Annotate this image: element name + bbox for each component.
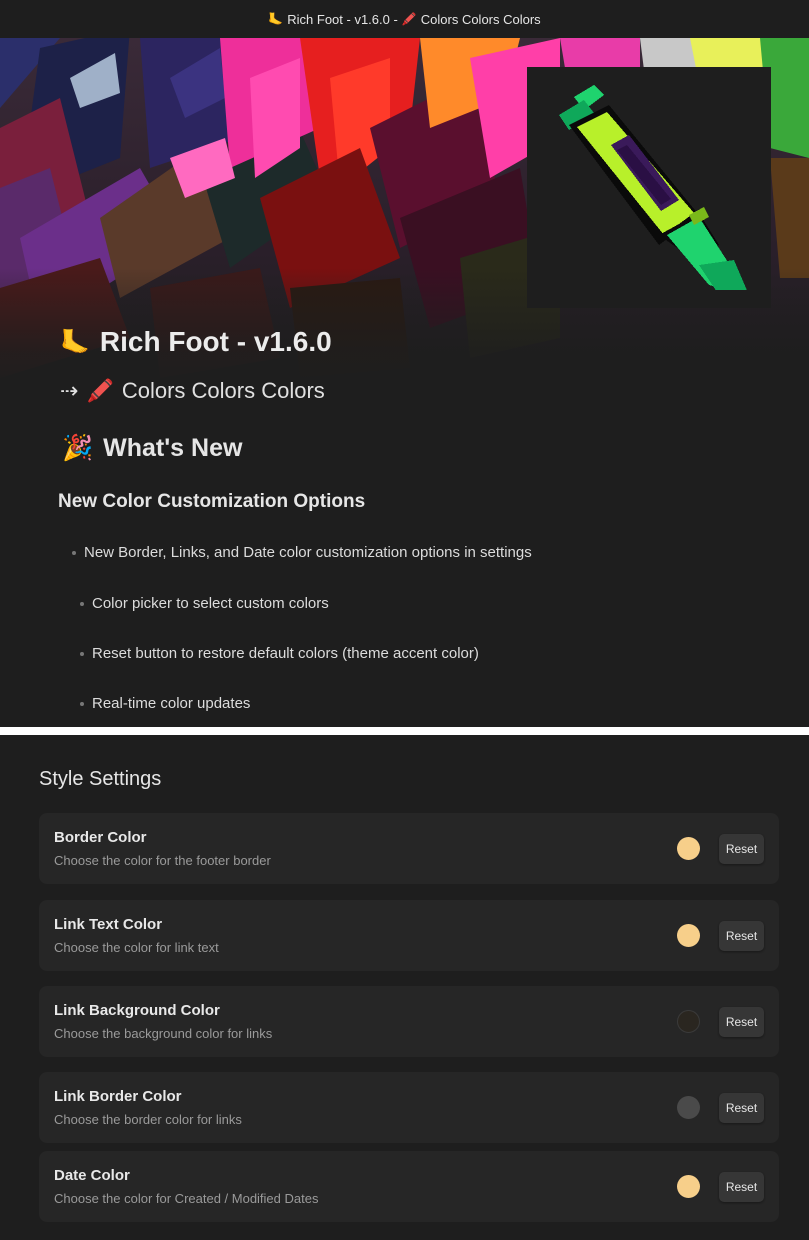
release-notes-panel: 🦶 Rich Foot - v1.6.0 - 🖍️ Colors Colors … (0, 0, 809, 727)
list-item: Color picker to select custom colors (80, 595, 329, 612)
whats-new-heading: 🎉 What's New (62, 434, 242, 463)
reset-button[interactable]: Reset (719, 1007, 764, 1037)
window-title-bar: 🦶 Rich Foot - v1.6.0 - 🖍️ Colors Colors … (0, 0, 809, 38)
foot-icon: 🦶 (268, 12, 284, 26)
dashed-arrow-icon: ⇢ (60, 378, 79, 403)
crayon-icon: 🖍️ (86, 378, 114, 403)
reset-button[interactable]: Reset (719, 834, 764, 864)
setting-name: Link Border Color (54, 1088, 182, 1105)
color-picker-swatch[interactable] (677, 1175, 700, 1198)
crayon-icon: 🖍️ (401, 12, 417, 26)
release-heading: 🦶 Rich Foot - v1.6.0 (60, 326, 332, 358)
setting-description: Choose the background color for links (54, 1026, 273, 1041)
window-title-left: Rich Foot - v1.6.0 - (287, 11, 398, 27)
crayon-logo (527, 67, 771, 308)
release-subheading: ⇢ 🖍️ Colors Colors Colors (60, 378, 325, 404)
release-heading-text: Rich Foot - v1.6.0 (99, 326, 332, 357)
reset-button[interactable]: Reset (719, 1093, 764, 1123)
color-picker-swatch[interactable] (677, 837, 700, 860)
style-settings-panel: Style Settings Border Color Choose the c… (0, 735, 809, 1240)
foot-icon: 🦶 (60, 328, 90, 356)
setting-link-background-color: Link Background Color Choose the backgro… (39, 986, 779, 1057)
setting-border-color: Border Color Choose the color for the fo… (39, 813, 779, 884)
setting-name: Date Color (54, 1167, 130, 1184)
section-title: New Color Customization Options (58, 491, 366, 512)
color-picker-swatch[interactable] (677, 1096, 700, 1119)
setting-link-text-color: Link Text Color Choose the color for lin… (39, 900, 779, 971)
bullet-dot-icon (80, 601, 84, 606)
reset-button[interactable]: Reset (719, 921, 764, 951)
setting-description: Choose the color for Created / Modified … (54, 1191, 319, 1206)
color-picker-swatch[interactable] (677, 1010, 700, 1033)
setting-description: Choose the color for link text (54, 940, 219, 955)
setting-name: Border Color (54, 829, 147, 846)
list-item: New Border, Links, and Date color custom… (72, 544, 532, 561)
whats-new-text: What's New (103, 434, 243, 462)
reset-button[interactable]: Reset (719, 1172, 764, 1202)
setting-description: Choose the border color for links (54, 1112, 242, 1127)
setting-link-border-color: Link Border Color Choose the border colo… (39, 1072, 779, 1143)
setting-date-color: Date Color Choose the color for Created … (39, 1151, 779, 1222)
setting-name: Link Background Color (54, 1002, 220, 1019)
setting-description: Choose the color for the footer border (54, 853, 271, 868)
settings-title: Style Settings (39, 768, 162, 790)
list-item: Reset button to restore default colors (… (80, 645, 479, 662)
release-subheading-text: Colors Colors Colors (121, 378, 325, 403)
party-popper-icon: 🎉 (62, 434, 94, 462)
bullet-dot-icon (80, 651, 84, 656)
crayon-pixel-icon (559, 85, 747, 290)
list-item: Real-time color updates (80, 695, 250, 712)
window-title-right: Colors Colors Colors (420, 11, 541, 27)
setting-name: Link Text Color (54, 916, 163, 933)
color-picker-swatch[interactable] (677, 924, 700, 947)
bullet-dot-icon (72, 550, 76, 555)
bullet-dot-icon (80, 701, 84, 706)
